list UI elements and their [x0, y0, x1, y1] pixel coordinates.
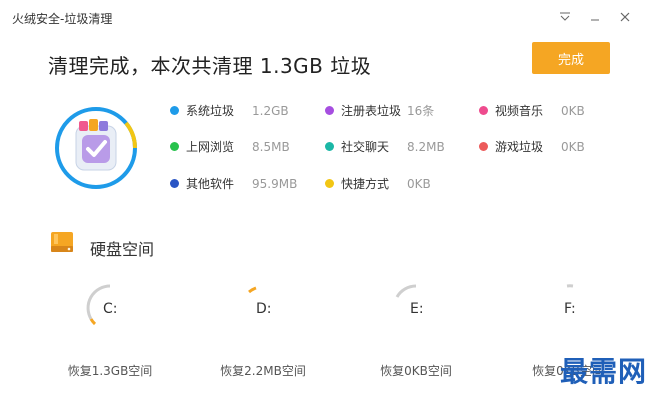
- drive-e-caption: 恢复0KB空间: [380, 364, 452, 378]
- close-icon[interactable]: [614, 6, 636, 28]
- disk-section-title: 硬盘空间: [90, 240, 155, 259]
- legend-dot: [479, 106, 488, 115]
- menu-icon[interactable]: [554, 6, 576, 28]
- drive-e-letter: E:: [410, 301, 424, 317]
- drive-c-caption: 恢复1.3GB空间: [67, 364, 153, 378]
- legend-dot: [325, 142, 334, 151]
- watermark: 最需网: [560, 355, 648, 388]
- drive-d-letter: D:: [256, 301, 272, 317]
- legend-dot: [170, 179, 179, 188]
- legend-dot: [170, 106, 179, 115]
- legend-dot: [170, 142, 179, 151]
- hard-disk-icon: [48, 228, 78, 258]
- cleanup-progress-ring: [52, 104, 140, 192]
- page-title: 清理完成，本次共清理 1.3GB 垃圾: [48, 54, 372, 78]
- drive-c-letter: C:: [103, 301, 118, 317]
- app-title: 火绒安全-垃圾清理: [12, 12, 113, 26]
- legend-dot: [325, 179, 334, 188]
- minimize-icon[interactable]: [584, 6, 606, 28]
- drive-f-letter: F:: [564, 301, 576, 317]
- done-button[interactable]: 完成: [532, 42, 610, 74]
- legend-dot: [325, 106, 334, 115]
- legend-dot: [479, 142, 488, 151]
- title-bar: 火绒安全-垃圾清理: [0, 0, 670, 36]
- drive-d-caption: 恢复2.2MB空间: [220, 364, 306, 378]
- broom-bucket-icon: [75, 119, 117, 171]
